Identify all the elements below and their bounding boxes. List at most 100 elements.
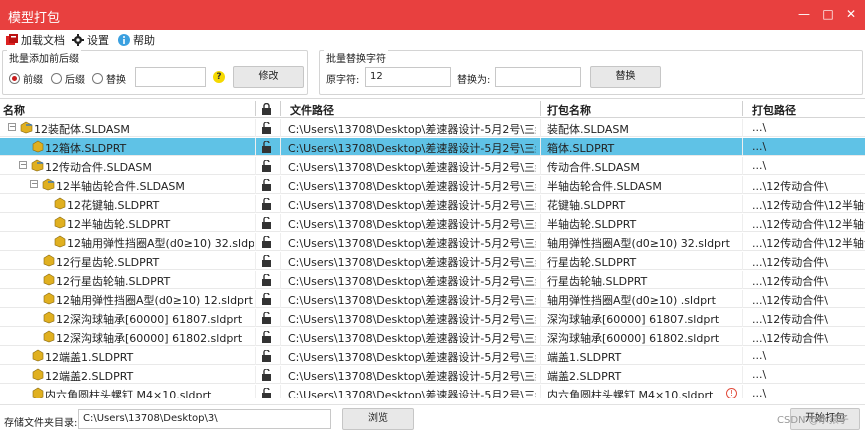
row-name: 12花键轴.SLDPRT xyxy=(67,199,160,212)
part-icon xyxy=(43,311,55,324)
table-row[interactable]: 12半轴齿轮.SLDPRT C:\Users\13708\Desktop\差速器设… xyxy=(0,214,865,232)
row-name: 12深沟球轴承[60000] 61807.sldprt xyxy=(56,313,243,326)
table-row[interactable]: − 12半轴齿轮合件.SLDASM C:\Users\13708\Desktop\差… xyxy=(0,176,865,194)
radio-prefix[interactable]: 前缀 xyxy=(9,71,43,86)
load-document-label: 加载文档 xyxy=(21,34,65,47)
table-row[interactable]: 内六角圆柱头螺钉 M4×10.sldprt C:\Users\13708\Desk… xyxy=(0,385,865,398)
unlock-icon[interactable] xyxy=(261,255,272,267)
browse-button[interactable]: 浏览 xyxy=(342,408,414,430)
row-file-path: C:\Users\13708\Desktop\差速器设计-5月2号\三维\ xyxy=(288,370,536,383)
column-header-name[interactable]: 名称 xyxy=(3,102,25,118)
unlock-icon[interactable] xyxy=(261,236,272,248)
unlock-icon[interactable] xyxy=(261,122,272,134)
row-pack-name[interactable]: 端盖2.SLDPRT xyxy=(547,368,737,384)
unlock-icon[interactable] xyxy=(261,274,272,286)
row-pack-name[interactable]: 半轴齿轮.SLDPRT xyxy=(547,216,737,232)
radio-prefix-label: 前缀 xyxy=(23,75,43,86)
maximize-icon[interactable]: □ xyxy=(820,6,836,22)
prefix-suffix-input[interactable] xyxy=(135,67,206,87)
table-row[interactable]: 12行星齿轮轴.SLDPRT C:\Users\13708\Desktop\差速器… xyxy=(0,271,865,289)
row-pack-name[interactable]: 传动合件.SLDASM xyxy=(547,159,737,175)
row-pack-name[interactable]: 深沟球轴承[60000] 61802.sldprt xyxy=(547,330,737,346)
row-pack-name[interactable]: 端盖1.SLDPRT xyxy=(547,349,737,365)
row-pack-path: ...\12传动合件\12半轴齿轮 xyxy=(752,218,865,231)
row-name: 12半轴齿轮合件.SLDASM xyxy=(56,180,185,193)
unlock-icon[interactable] xyxy=(261,312,272,324)
row-pack-name[interactable]: 半轴齿轮合件.SLDASM xyxy=(547,178,737,194)
radio-suffix[interactable]: 后缀 xyxy=(51,71,85,86)
assembly-icon xyxy=(20,121,33,134)
unlock-icon[interactable] xyxy=(261,388,272,398)
table-row[interactable]: 12端盖1.SLDPRT C:\Users\13708\Desktop\差速器设计… xyxy=(0,347,865,365)
row-pack-name[interactable]: 箱体.SLDPRT xyxy=(547,140,737,156)
row-file-path: C:\Users\13708\Desktop\差速器设计-5月2号\三维\ xyxy=(288,218,536,231)
row-pack-name[interactable]: 花键轴.SLDPRT xyxy=(547,197,737,213)
table-row[interactable]: 12深沟球轴承[60000] 61802.sldprt C:\Users\1370… xyxy=(0,328,865,346)
radio-suffix-dot xyxy=(51,73,62,84)
replace-button[interactable]: 替换 xyxy=(590,66,661,88)
question-icon[interactable]: ? xyxy=(213,71,225,83)
row-pack-name[interactable]: 深沟球轴承[60000] 61807.sldprt xyxy=(547,311,737,327)
radio-replace-dot xyxy=(92,73,103,84)
original-char-input[interactable]: 12 xyxy=(365,67,451,87)
row-pack-name[interactable]: 轴用弹性挡圈A型(d0≥10) 32.sldprt xyxy=(547,235,737,251)
replace-with-input[interactable] xyxy=(495,67,581,87)
table-row[interactable]: − 12传动合件.SLDASM C:\Users\13708\Desktop\差速器… xyxy=(0,157,865,175)
radio-replace[interactable]: 替换 xyxy=(92,71,126,86)
row-pack-path: ...\12传动合件\12半轴齿轮 xyxy=(752,237,865,250)
unlock-icon[interactable] xyxy=(261,350,272,362)
unlock-icon[interactable] xyxy=(261,160,272,172)
title-bar: 模型打包 — □ ✕ xyxy=(0,0,865,30)
row-name: 内六角圆柱头螺钉 M4×10.sldprt xyxy=(45,389,212,398)
row-pack-name[interactable]: 行星齿轮.SLDPRT xyxy=(547,254,737,270)
unlock-icon[interactable] xyxy=(261,369,272,381)
row-pack-path: ...\12传动合件\ xyxy=(752,256,828,269)
table-row[interactable]: 12箱体.SLDPRT C:\Users\13708\Desktop\差速器设计-… xyxy=(0,138,865,156)
collapse-toggle-icon[interactable]: − xyxy=(8,123,16,131)
close-icon[interactable]: ✕ xyxy=(843,6,859,22)
column-header-path[interactable]: 文件路径 xyxy=(290,102,334,118)
load-document-button[interactable]: 加载文档 xyxy=(6,32,65,48)
table-row[interactable]: 12轴用弹性挡圈A型(d0≥10) 12.sldprt C:\Users\1370… xyxy=(0,290,865,308)
row-pack-path: ...\12传动合件\ xyxy=(752,332,828,345)
part-icon xyxy=(32,140,44,153)
row-pack-name[interactable]: 轴用弹性挡圈A型(d0≥10) .sldprt xyxy=(547,292,737,308)
storage-folder-input[interactable]: C:\Users\13708\Desktop\3\ xyxy=(78,409,331,429)
row-name: 12半轴齿轮.SLDPRT xyxy=(67,218,171,231)
unlock-icon[interactable] xyxy=(261,217,272,229)
unlock-icon[interactable] xyxy=(261,293,272,305)
table-row[interactable]: 12花键轴.SLDPRT C:\Users\13708\Desktop\差速器设计… xyxy=(0,195,865,213)
part-icon xyxy=(54,216,66,229)
row-file-path: C:\Users\13708\Desktop\差速器设计-5月2号\三维\ xyxy=(288,142,536,155)
replace-with-label: 替换为: xyxy=(457,75,491,86)
table-row[interactable]: 12行星齿轮.SLDPRT C:\Users\13708\Desktop\差速器设… xyxy=(0,252,865,270)
column-header-pack-path[interactable]: 打包路径 xyxy=(752,102,796,118)
collapse-toggle-icon[interactable]: − xyxy=(19,161,27,169)
row-name: 12端盖2.SLDPRT xyxy=(45,370,134,383)
unlock-icon[interactable] xyxy=(261,141,272,153)
table-row[interactable]: 12深沟球轴承[60000] 61807.sldprt C:\Users\1370… xyxy=(0,309,865,327)
collapse-toggle-icon[interactable]: − xyxy=(30,180,38,188)
part-icon xyxy=(32,387,44,398)
unlock-icon[interactable] xyxy=(261,179,272,191)
row-file-path: C:\Users\13708\Desktop\差速器设计-5月2号\三维\ xyxy=(288,180,536,193)
row-pack-name[interactable]: 内六角圆柱头螺钉 M4×10.sldprt xyxy=(547,387,737,398)
unlock-icon[interactable] xyxy=(261,331,272,343)
row-pack-name[interactable]: 行星齿轮轴.SLDPRT xyxy=(547,273,737,289)
prefix-suffix-group-title: 批量添加前后缀 xyxy=(7,50,81,65)
table-row[interactable]: 12端盖2.SLDPRT C:\Users\13708\Desktop\差速器设计… xyxy=(0,366,865,384)
row-pack-name[interactable]: 装配体.SLDASM xyxy=(547,121,737,137)
settings-button[interactable]: 设置 xyxy=(72,32,109,48)
replace-group-title: 批量替换字符 xyxy=(324,50,388,65)
row-file-path: C:\Users\13708\Desktop\差速器设计-5月2号\三维\ xyxy=(288,161,536,174)
minimize-icon[interactable]: — xyxy=(796,6,812,22)
table-row[interactable]: − 12装配体.SLDASM C:\Users\13708\Desktop\差速器设… xyxy=(0,119,865,137)
modify-button[interactable]: 修改 xyxy=(233,66,304,88)
column-header-pack-name[interactable]: 打包名称 xyxy=(547,102,591,118)
assembly-icon xyxy=(42,178,55,191)
help-button[interactable]: 帮助 xyxy=(118,32,155,48)
table-row[interactable]: 12轴用弹性挡圈A型(d0≥10) 32.sldprt C:\Users\1370… xyxy=(0,233,865,251)
info-icon xyxy=(118,34,130,46)
warning-icon[interactable]: ! xyxy=(726,388,737,398)
unlock-icon[interactable] xyxy=(261,198,272,210)
